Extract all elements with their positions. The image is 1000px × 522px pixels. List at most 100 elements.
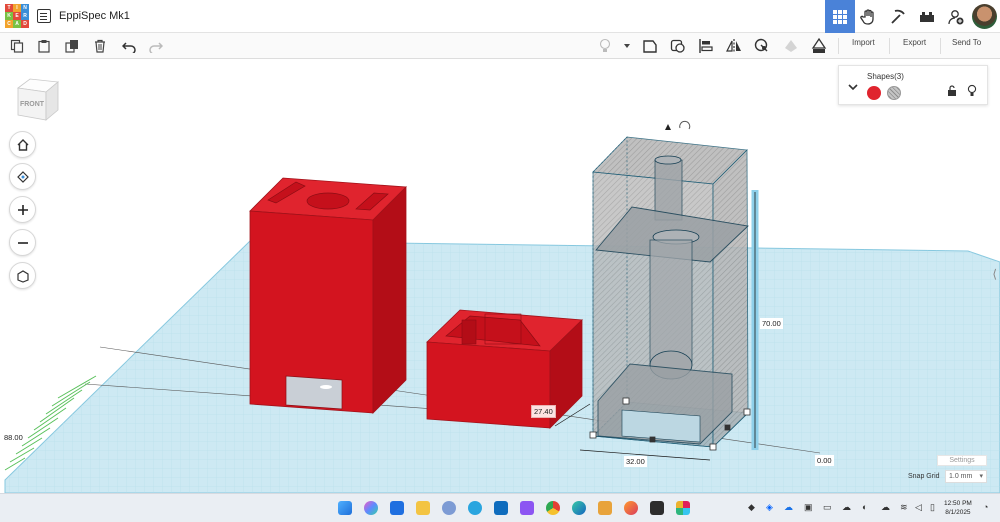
clock-date: 8/1/2025 [945,509,971,516]
edge-icon[interactable] [572,501,586,515]
ungroup-icon[interactable] [782,37,800,55]
outlook-icon[interactable] [494,501,508,515]
shape-note-icon[interactable] [641,37,659,55]
lift-handle-icon [665,124,671,130]
logo-letter: C [5,20,13,28]
snap-grid-select[interactable]: 1.0 mm [945,470,987,483]
height-dimension[interactable]: 70.00 [760,318,783,329]
collapse-chevron-icon[interactable] [848,83,858,91]
notification-icon[interactable]: ▣ [804,502,813,513]
store-icon[interactable] [390,501,404,515]
lego-brick-icon[interactable] [912,0,942,33]
zoom-in-icon[interactable] [9,196,36,223]
export-button[interactable]: Export [903,38,926,47]
bulb-dropdown-icon[interactable] [618,37,636,55]
zoom-out-icon[interactable] [9,229,36,256]
viewcube-face-label: FRONT [20,101,45,108]
windows-taskbar: ◆ ◈ ☁ ▣ ▭ ☁ ◐ ☁ ≋ ◁ ▯ 12:50 PM 8/1/2025 … [0,493,1000,522]
battery-icon[interactable]: ▭ [823,502,832,513]
paste-icon[interactable] [35,37,53,55]
clock-time: 12:50 PM [944,500,972,507]
logo-letter: T [5,4,13,12]
onedrive-icon[interactable]: ☁ [784,502,793,513]
logo-letter: R [21,12,29,20]
align-icon[interactable] [697,37,715,55]
delete-icon[interactable] [91,37,109,55]
title-bar: TINKERCAD EppiSpec Mk1 [0,0,1000,33]
logo-letter: N [21,4,29,12]
notification-bell-icon[interactable]: ◔ [983,502,988,512]
chrome-icon[interactable] [546,501,560,515]
duplicate-icon[interactable] [63,37,81,55]
snap-grid-value: 1.0 mm [949,473,973,480]
ruler-icon[interactable] [810,37,828,55]
logo-letter: I [13,4,21,12]
undo-icon[interactable] [120,37,138,55]
terminal-icon[interactable] [650,501,664,515]
power-icon[interactable]: ◐ [862,502,867,512]
workplane-viewport[interactable]: FRONT Shapes(3) 70.00 32.00 0.00 27.40 8… [0,59,1000,493]
dropbox-icon[interactable]: ◈ [766,502,773,513]
logo-letter: A [13,20,21,28]
short-red-box [426,309,583,429]
toolbar-divider [889,38,890,54]
send-to-button[interactable]: Send To [952,38,981,47]
hand-icon[interactable] [854,0,884,33]
snap-grid-label: Snap Grid [908,473,940,480]
logo-letter: D [21,20,29,28]
grid-view-icon[interactable] [825,0,855,33]
tall-red-box [249,177,407,414]
wifi-icon[interactable]: ≋ [900,502,908,513]
mirror-icon[interactable] [725,37,743,55]
redo-icon[interactable] [147,37,165,55]
tray-app-icon[interactable]: ◆ [748,502,755,513]
document-title[interactable]: EppiSpec Mk1 [59,10,130,22]
volume-icon[interactable]: ◁ [915,502,922,513]
slack-icon[interactable] [676,501,690,515]
edit-toolbar: Import Export Send To [0,33,1000,59]
settings-button[interactable]: Settings [937,455,987,466]
app-icon[interactable] [442,501,456,515]
copilot-icon[interactable] [364,501,378,515]
width-dimension[interactable]: 32.00 [624,456,647,467]
fit-view-icon[interactable] [9,163,36,190]
toolbar-divider [940,38,941,54]
menu-icon[interactable] [37,9,51,23]
rotate-handle-icon [679,120,691,130]
solid-swatch-icon[interactable] [867,86,881,100]
pickaxe-icon[interactable] [883,0,913,33]
ortho-view-icon[interactable] [9,262,36,289]
workplane-icon[interactable] [669,37,687,55]
telegram-icon[interactable] [468,501,482,515]
user-avatar[interactable] [972,4,997,29]
system-clock[interactable]: 12:50 PM 8/1/2025 [944,499,972,517]
battery-level-icon[interactable]: ▯ [930,502,935,513]
elevation-dimension[interactable]: 0.00 [815,455,834,466]
windows-start-icon[interactable] [338,501,352,515]
home-view-icon[interactable] [9,131,36,158]
file-explorer-icon[interactable] [416,501,430,515]
tinkercad-logo[interactable]: TINKERCAD [5,4,29,28]
logo-letter: K [5,12,13,20]
light-bulb-icon[interactable] [596,37,614,55]
folder-icon[interactable] [598,501,612,515]
hole-swatch-icon[interactable] [887,86,901,100]
ruler-readout: 88.00 [4,433,23,442]
weather-icon[interactable]: ☁ [881,502,890,513]
logo-letter: E [13,12,21,20]
group-icon[interactable] [753,37,771,55]
view-cube[interactable]: FRONT [14,76,60,127]
panel-expand-icon[interactable]: ⟨ [992,267,997,281]
twitch-icon[interactable] [520,501,534,515]
3d-scene[interactable] [0,59,1000,493]
toolbar-divider [838,38,839,54]
light-bulb-icon[interactable] [967,84,977,97]
import-button[interactable]: Import [852,38,875,47]
cloud-icon[interactable]: ☁ [842,502,851,513]
firefox-icon[interactable] [624,501,638,515]
copy-icon[interactable] [8,37,26,55]
lock-icon[interactable] [947,85,957,97]
depth-dimension[interactable]: 27.40 [531,405,556,418]
add-user-icon[interactable] [941,0,971,33]
shapes-count-title: Shapes(3) [867,72,904,81]
